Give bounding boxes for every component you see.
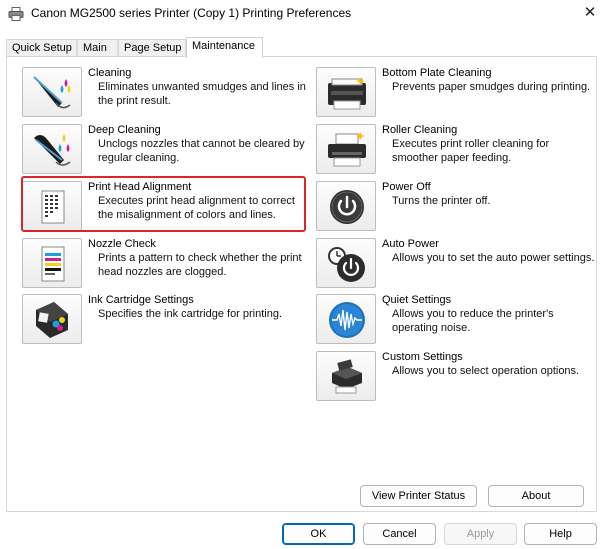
about-button[interactable]: About bbox=[488, 485, 584, 507]
nozzle-check-title: Nozzle Check bbox=[88, 238, 156, 250]
selection-highlight bbox=[21, 176, 306, 232]
auto-power-button[interactable] bbox=[316, 238, 376, 288]
auto-power-item: Auto Power Allows you to set the auto po… bbox=[316, 238, 596, 290]
ink-cartridge-icon bbox=[36, 302, 68, 338]
tab-quick-setup[interactable]: Quick Setup bbox=[6, 39, 77, 57]
custom-settings-icon bbox=[332, 359, 362, 394]
bottom-plate-cleaning-description: Prevents paper smudges during printing. bbox=[392, 81, 591, 93]
auto-power-description: Allows you to set the auto power setting… bbox=[392, 252, 595, 264]
deep-cleaning-button[interactable] bbox=[22, 124, 82, 174]
apply-button[interactable]: Apply bbox=[444, 523, 517, 545]
ink-cartridge-settings-title: Ink Cartridge Settings bbox=[88, 294, 194, 306]
roller-cleaning-icon bbox=[328, 132, 366, 167]
nozzle-check-description: Prints a pattern to check whether the pr… bbox=[98, 252, 302, 278]
custom-settings-title: Custom Settings bbox=[382, 351, 463, 363]
bottom-plate-cleaning-item: Bottom Plate Cleaning Prevents paper smu… bbox=[316, 67, 596, 119]
custom-settings-button[interactable] bbox=[316, 351, 376, 401]
printer-icon bbox=[8, 7, 24, 21]
ink-cartridge-settings-description: Specifies the ink cartridge for printing… bbox=[98, 308, 283, 320]
power-off-title: Power Off bbox=[382, 181, 431, 193]
quiet-settings-title: Quiet Settings bbox=[382, 294, 452, 306]
power-off-icon bbox=[330, 190, 364, 224]
nozzle-check-button[interactable] bbox=[22, 238, 82, 288]
custom-settings-item: Custom Settings Allows you to select ope… bbox=[316, 351, 596, 403]
auto-power-icon bbox=[328, 247, 365, 282]
quiet-settings-item: Quiet Settings Allows you to reduce the … bbox=[316, 294, 596, 346]
deep-cleaning-icon bbox=[34, 134, 71, 166]
roller-cleaning-description: Executes print roller cleaning for smoot… bbox=[392, 138, 550, 164]
tab-main[interactable]: Main bbox=[77, 39, 118, 57]
cleaning-button[interactable] bbox=[22, 67, 82, 117]
custom-settings-description: Allows you to select operation options. bbox=[392, 365, 580, 377]
roller-cleaning-item: Roller Cleaning Executes print roller cl… bbox=[316, 124, 596, 176]
cancel-button[interactable]: Cancel bbox=[363, 523, 436, 545]
ink-cartridge-settings-button[interactable] bbox=[22, 294, 82, 344]
bottom-plate-cleaning-icon bbox=[328, 77, 366, 110]
tab-page-setup[interactable]: Page Setup bbox=[118, 39, 186, 57]
quiet-settings-description: Allows you to reduce the printer's opera… bbox=[392, 308, 554, 334]
nozzle-check-item: Nozzle Check Prints a pattern to check w… bbox=[22, 238, 312, 290]
cleaning-icon bbox=[33, 76, 71, 109]
deep-cleaning-description: Unclogs nozzles that cannot be cleared b… bbox=[98, 138, 305, 164]
power-off-description: Turns the printer off. bbox=[392, 195, 491, 207]
ink-cartridge-settings-item: Ink Cartridge Settings Specifies the ink… bbox=[22, 294, 312, 346]
tab-maintenance[interactable]: Maintenance bbox=[186, 37, 263, 58]
auto-power-title: Auto Power bbox=[382, 238, 439, 250]
roller-cleaning-button[interactable] bbox=[316, 124, 376, 174]
deep-cleaning-title: Deep Cleaning bbox=[88, 124, 161, 136]
nozzle-check-icon bbox=[41, 246, 65, 282]
deep-cleaning-item: Deep Cleaning Unclogs nozzles that canno… bbox=[22, 124, 312, 176]
close-button[interactable]: ✕ bbox=[580, 4, 600, 22]
quiet-settings-icon bbox=[329, 302, 365, 338]
window-title: Canon MG2500 series Printer (Copy 1) Pri… bbox=[31, 6, 352, 20]
help-button[interactable]: Help bbox=[524, 523, 597, 545]
roller-cleaning-title: Roller Cleaning bbox=[382, 124, 458, 136]
quiet-settings-button[interactable] bbox=[316, 294, 376, 344]
view-printer-status-button[interactable]: View Printer Status bbox=[360, 485, 477, 507]
power-off-button[interactable] bbox=[316, 181, 376, 231]
cleaning-item: Cleaning Eliminates unwanted smudges and… bbox=[22, 67, 312, 119]
title-bar: Canon MG2500 series Printer (Copy 1) Pri… bbox=[0, 0, 603, 28]
cleaning-description: Eliminates unwanted smudges and lines in… bbox=[98, 81, 306, 107]
bottom-plate-cleaning-title: Bottom Plate Cleaning bbox=[382, 67, 492, 79]
power-off-item: Power Off Turns the printer off. bbox=[316, 181, 596, 233]
cleaning-title: Cleaning bbox=[88, 67, 132, 79]
ok-button[interactable]: OK bbox=[282, 523, 355, 545]
bottom-plate-cleaning-button[interactable] bbox=[316, 67, 376, 117]
